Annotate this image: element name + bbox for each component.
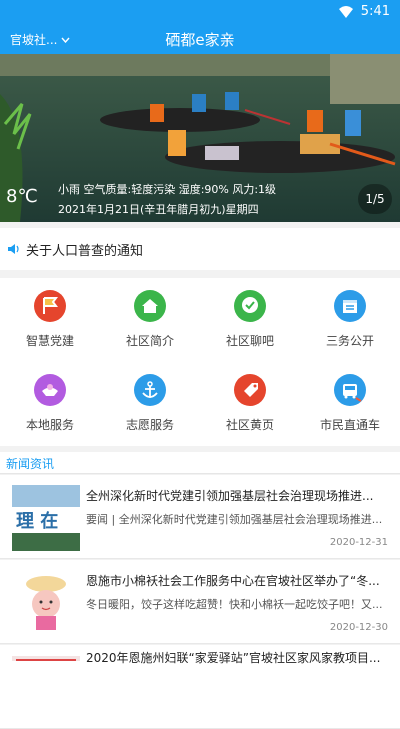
service-party[interactable]: 智慧党建 [0, 278, 100, 362]
service-label: 志愿服务 [125, 418, 174, 432]
status-time: 5:41 [360, 4, 390, 19]
service-chat[interactable]: 社区聊吧 [200, 278, 300, 362]
service-volunteer[interactable]: 志愿服务 [100, 362, 200, 446]
service-label: 智慧党建 [25, 334, 74, 348]
news-item[interactable]: 2020年恩施州妇联“家爱驿站”官坡社区家风家教项目... [0, 645, 400, 729]
banner-carousel[interactable]: 8℃ 小雨 空气质量:轻度污染 湿度:90% 风力:1级 2021年1月21日(… [0, 54, 400, 222]
wifi-icon [339, 6, 353, 18]
news-summary: 冬日暖阳，饺子这样吃超赞！快和小棉袄一起吃饺子吧！又... [86, 598, 383, 611]
news-thumbnail [12, 570, 80, 636]
weather-info: 小雨 空气质量:轻度污染 湿度:90% 风力:1级 [58, 183, 277, 196]
news-item[interactable]: 恩施市小棉袄社会工作服务中心在官坡社区举办了“冬... 冬日暖阳，饺子这样吃超赞… [0, 560, 400, 644]
news-date: 2020-12-31 [329, 537, 388, 548]
date-info: 2021年1月21日(辛丑年腊月初九)星期四 [58, 203, 259, 216]
service-local[interactable]: 本地服务 [0, 362, 100, 446]
service-yellowpages[interactable]: 社区黄页 [200, 362, 300, 446]
news-title: 恩施市小棉袄社会工作服务中心在官坡社区举办了“冬... [86, 574, 380, 588]
service-label: 三务公开 [325, 334, 374, 348]
service-label: 社区简介 [125, 334, 174, 348]
service-label: 社区黄页 [225, 418, 274, 432]
service-label: 本地服务 [25, 418, 74, 432]
notice-bar[interactable]: 关于人口普查的通知 [0, 228, 400, 270]
service-grid: 智慧党建 社区简介 社区聊吧 三务公开 本地服务 志愿服务 社区黄页 市民直通车 [0, 278, 400, 446]
temperature: 8℃ [6, 186, 38, 207]
notice-text: 关于人口普查的通知 [26, 243, 144, 259]
service-intro[interactable]: 社区简介 [100, 278, 200, 362]
svg-text:理 在: 理 在 [16, 510, 58, 532]
news-date: 2020-12-30 [329, 622, 388, 633]
speaker-icon [8, 244, 19, 254]
tag-icon [234, 374, 266, 406]
anchor-icon [134, 374, 166, 406]
party-flag-icon [34, 290, 66, 322]
chat-icon [234, 290, 266, 322]
service-affairs[interactable]: 三务公开 [300, 278, 400, 362]
house-icon [134, 290, 166, 322]
news-thumbnail: 理 在 [12, 485, 80, 551]
handshake-icon [34, 374, 66, 406]
service-label: 社区聊吧 [225, 334, 274, 348]
app-bar: 官坡社... 硒都e家亲 [0, 24, 400, 54]
news-section-header: 新闻资讯 [0, 452, 400, 474]
news-summary: 要闻 | 全州深化新时代党建引领加强基层社会治理现场推进... [86, 513, 383, 526]
calendar-icon [334, 290, 366, 322]
carousel-pager: 1/5 [358, 184, 392, 214]
news-title: 全州深化新时代党建引领加强基层社会治理现场推进... [86, 489, 374, 503]
news-item[interactable]: 理 在 全州深化新时代党建引领加强基层社会治理现场推进... 要闻 | 全州深化… [0, 475, 400, 559]
app-title: 硒都e家亲 [165, 31, 235, 49]
news-section-title: 新闻资讯 [6, 457, 55, 471]
service-citizen[interactable]: 市民直通车 [300, 362, 400, 446]
bus-icon [334, 374, 366, 406]
service-label: 市民直通车 [319, 418, 380, 432]
status-bar: 5:41 [0, 0, 400, 24]
news-title: 2020年恩施州妇联“家爱驿站”官坡社区家风家教项目... [86, 651, 381, 665]
